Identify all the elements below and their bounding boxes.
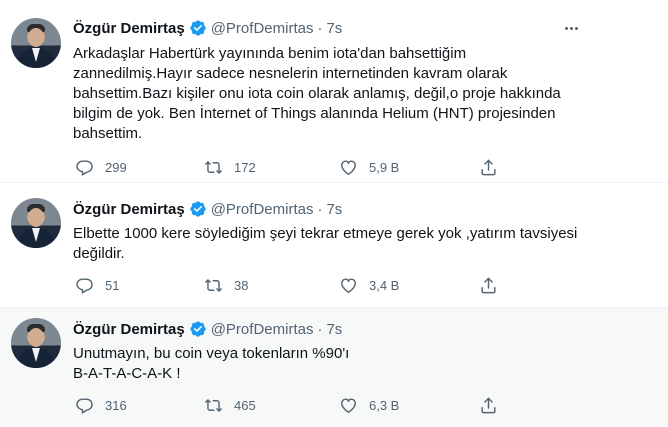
tweet-header: Özgür Demirtaş @ProfDemirtas · 7s [73, 199, 342, 219]
reply-count: 316 [105, 397, 127, 413]
heart-icon [341, 277, 356, 293]
retweet-count: 38 [234, 277, 249, 293]
retweet-count: 465 [234, 397, 256, 413]
tweet-text-line: Unutmayın, bu coin veya tokenların %90'ı [73, 345, 350, 362]
reply-button[interactable]: 316 [75, 395, 127, 415]
reply-count: 51 [105, 277, 120, 293]
verified-badge-icon [190, 321, 206, 337]
like-button[interactable]: 5,9 B [339, 157, 399, 177]
verified-badge-icon [190, 20, 206, 36]
reply-button[interactable]: 299 [75, 157, 127, 177]
tweet-text-line: bahsettim.Bazı kişiler onu iota coin ola… [73, 85, 561, 102]
retweet-icon [204, 278, 223, 292]
tweet-actions: 299 172 5,9 B [73, 157, 513, 177]
author-handle[interactable]: @ProfDemirtas [211, 321, 314, 338]
separator: · [317, 19, 323, 37]
tweet-header: Özgür Demirtaş @ProfDemirtas · 7s [73, 18, 342, 38]
like-count: 6,3 B [369, 397, 400, 413]
share-button[interactable] [479, 157, 498, 177]
tweet-text-line: değildir. [73, 245, 125, 262]
separator: · [317, 200, 323, 218]
timestamp[interactable]: 7s [326, 321, 342, 338]
tweet-text-line: bilgim de yok. Ben İnternet of Things al… [73, 105, 556, 122]
share-icon [481, 158, 496, 175]
like-button[interactable]: 3,4 B [339, 275, 399, 295]
tweet-actions: 316 465 6,3 B [73, 395, 513, 415]
more-icon[interactable] [561, 18, 581, 38]
timestamp[interactable]: 7s [326, 201, 342, 218]
tweet-text-line: zannedilmiş.Hayır sadece nesnelerin inte… [73, 65, 508, 82]
avatar[interactable] [11, 18, 61, 68]
reply-icon [76, 397, 93, 414]
tweet-text-line: B-A-T-A-C-A-K ! [73, 365, 181, 382]
author-name[interactable]: Özgür Demirtaş [73, 201, 185, 218]
author-name[interactable]: Özgür Demirtaş [73, 20, 185, 37]
tweet-text: Unutmayın, bu coin veya tokenların %90'ı… [73, 344, 543, 384]
tweet-text-line: Elbette 1000 kere söylediğim şeyi tekrar… [73, 225, 578, 242]
tweet-text: Arkadaşlar Habertürk yayınında benim iot… [73, 44, 561, 144]
tweet-text: Elbette 1000 kere söylediğim şeyi tekrar… [73, 224, 578, 264]
author-name[interactable]: Özgür Demirtaş [73, 321, 185, 338]
retweet-icon [204, 398, 223, 412]
reply-icon [76, 159, 93, 176]
like-count: 5,9 B [369, 159, 400, 175]
share-button[interactable] [479, 395, 498, 415]
tweet[interactable]: Özgür Demirtaş @ProfDemirtas · 7s Elbett… [0, 183, 668, 308]
verified-badge-icon [190, 201, 206, 217]
tweet[interactable]: Özgür Demirtaş @ProfDemirtas · 7s Unutma… [0, 308, 668, 427]
share-button[interactable] [479, 275, 498, 295]
author-handle[interactable]: @ProfDemirtas [211, 20, 314, 37]
heart-icon [341, 159, 356, 175]
tweet-header: Özgür Demirtaş @ProfDemirtas · 7s [73, 319, 342, 339]
reply-button[interactable]: 51 [75, 275, 119, 295]
separator: · [317, 320, 323, 338]
reply-icon [76, 277, 93, 294]
retweet-button[interactable]: 465 [204, 395, 256, 415]
timestamp[interactable]: 7s [326, 20, 342, 37]
tweet-text-line: Arkadaşlar Habertürk yayınında benim iot… [73, 45, 467, 62]
tweet-text-line: bahsettim. [73, 125, 143, 142]
retweet-button[interactable]: 172 [204, 157, 256, 177]
share-icon [481, 396, 496, 413]
heart-icon [341, 397, 356, 413]
retweet-icon [204, 160, 223, 174]
avatar[interactable] [11, 318, 61, 368]
tweet-actions: 51 38 3,4 B [73, 275, 513, 295]
reply-count: 299 [105, 159, 127, 175]
like-count: 3,4 B [369, 277, 400, 293]
tweet[interactable]: Özgür Demirtaş @ProfDemirtas · 7s Arkada… [0, 0, 668, 183]
avatar[interactable] [11, 198, 61, 248]
retweet-button[interactable]: 38 [204, 275, 248, 295]
like-button[interactable]: 6,3 B [339, 395, 399, 415]
share-icon [481, 276, 496, 293]
retweet-count: 172 [234, 159, 256, 175]
author-handle[interactable]: @ProfDemirtas [211, 201, 314, 218]
